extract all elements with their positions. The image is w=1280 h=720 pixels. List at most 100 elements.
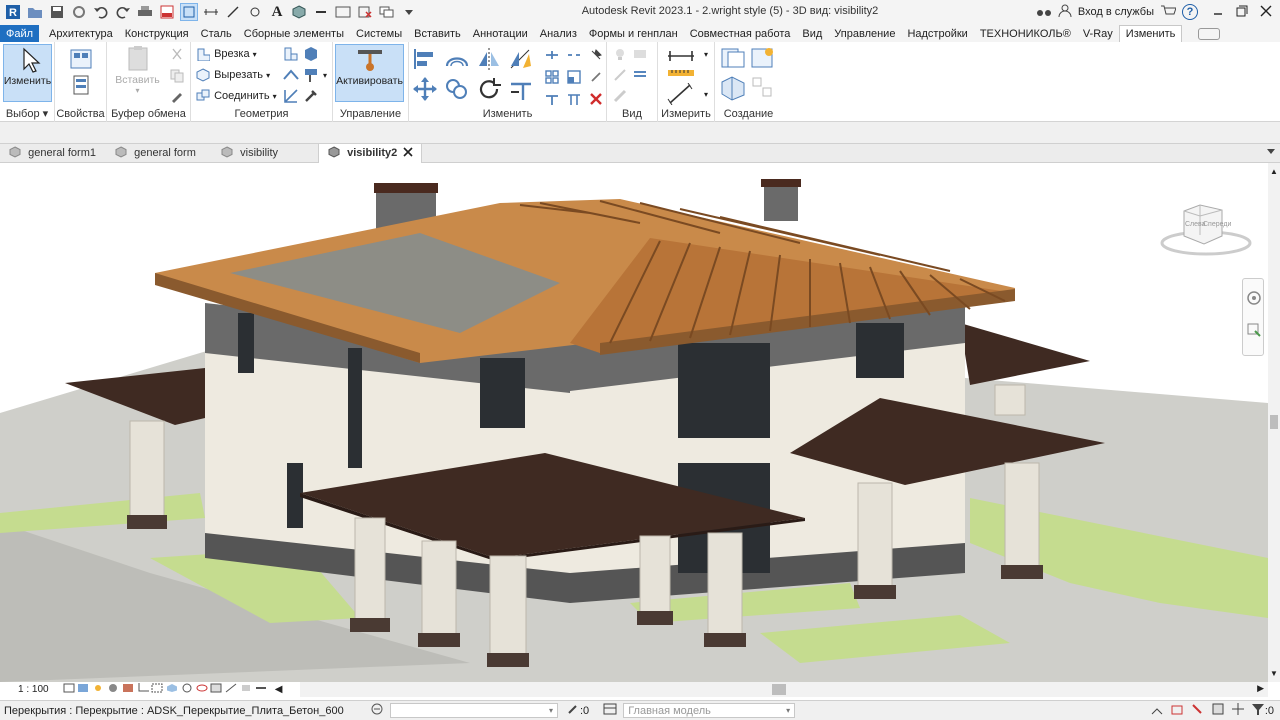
ribbon-tab-2[interactable]: Конструкция — [119, 25, 195, 42]
shadows-icon[interactable] — [107, 683, 119, 696]
ribbon-tab-3[interactable]: Сталь — [195, 25, 238, 42]
ribbon-minimize-toggle-icon[interactable] — [1198, 28, 1221, 40]
close-hidden-icon[interactable] — [356, 3, 374, 21]
close-window-icon[interactable] — [1260, 5, 1272, 20]
tabs-overflow-icon[interactable] — [1266, 147, 1276, 159]
ribbon-tab-16[interactable]: Изменить — [1118, 25, 1183, 42]
rendering-icon[interactable] — [122, 683, 134, 696]
cut-icon[interactable] — [169, 46, 185, 62]
match-properties-icon[interactable] — [169, 88, 185, 104]
binoculars-icon[interactable] — [1036, 4, 1052, 21]
ribbon-tab-11[interactable]: Вид — [796, 25, 828, 42]
analytical-model-icon[interactable] — [225, 683, 237, 696]
design-options-icon[interactable] — [603, 703, 617, 718]
select-panel-label[interactable]: Выбор ▾ — [0, 107, 54, 120]
ribbon-tab-7[interactable]: Аннотации — [467, 25, 534, 42]
create-assembly-icon[interactable] — [719, 46, 747, 70]
ribbon-tab-0[interactable]: Файл — [0, 25, 40, 42]
minimize-icon[interactable] — [1212, 5, 1224, 20]
trim-single-icon[interactable] — [541, 88, 563, 110]
modify-button[interactable]: Изменить — [3, 44, 52, 102]
cut-geometry-button[interactable]: Вырезать ▾ — [195, 67, 270, 83]
open-folder-icon[interactable] — [26, 3, 44, 21]
dimension-icon[interactable] — [224, 3, 242, 21]
mirror-axis-icon[interactable] — [475, 46, 503, 72]
join-button[interactable]: Соединить ▾ — [195, 88, 277, 104]
thin-lines-icon[interactable] — [334, 3, 352, 21]
detail-level-icon[interactable] — [63, 683, 75, 696]
split-gap-icon[interactable] — [563, 44, 585, 66]
properties-icon[interactable] — [68, 74, 94, 96]
ribbon-tab-13[interactable]: Надстройки — [901, 25, 973, 42]
user-icon[interactable] — [1058, 4, 1072, 21]
activate-button[interactable]: Активировать — [335, 44, 404, 102]
unlocked-3d-icon[interactable] — [166, 683, 178, 696]
delete-icon[interactable] — [585, 88, 607, 110]
ribbon-tab-5[interactable]: Системы — [350, 25, 408, 42]
3d-view-icon[interactable] — [290, 3, 308, 21]
revit-logo-icon[interactable]: R — [4, 3, 22, 21]
worksets-icon[interactable] — [370, 702, 384, 719]
mirror-draw-icon[interactable] — [507, 46, 535, 72]
close-tab-icon[interactable] — [403, 146, 413, 160]
steering-wheel-icon[interactable] — [1247, 291, 1261, 308]
offset-icon[interactable] — [443, 46, 471, 72]
select-by-face-icon[interactable] — [1211, 702, 1225, 719]
move-icon[interactable] — [411, 76, 439, 102]
restore-icon[interactable] — [1236, 5, 1248, 20]
design-option-dropdown[interactable]: Главная модель ▾ — [623, 703, 796, 718]
trim-extend-icon[interactable] — [507, 76, 535, 102]
switch-windows-icon[interactable] — [378, 3, 396, 21]
wall-joins-icon[interactable] — [283, 46, 299, 62]
viewcube-face-front[interactable]: Спереди — [1203, 221, 1231, 228]
ribbon-tab-1[interactable]: Архитектура — [43, 25, 119, 42]
view-scale[interactable]: 1 : 100 — [18, 684, 49, 695]
reveal-hidden-icon[interactable] — [196, 683, 208, 696]
copy-icon[interactable] — [169, 68, 185, 84]
filter-icon[interactable] — [1251, 702, 1265, 719]
scroll-down-icon[interactable]: ▼ — [1270, 669, 1278, 678]
unpin-icon[interactable] — [585, 66, 607, 88]
measure-distance-icon[interactable] — [666, 46, 696, 66]
help-button[interactable]: ? — [1182, 4, 1198, 20]
join-roof-icon[interactable] — [283, 67, 299, 83]
ribbon-tab-10[interactable]: Совместная работа — [684, 25, 797, 42]
view-tab-general-form1[interactable]: general form1 — [0, 144, 106, 163]
scroll-right-icon[interactable]: ▶ — [1257, 683, 1264, 694]
crop-view-icon[interactable] — [137, 683, 149, 696]
pdf-export-icon[interactable] — [158, 3, 176, 21]
section-icon[interactable] — [312, 3, 330, 21]
dimension-dropdown-icon[interactable]: ▾ — [698, 86, 714, 102]
constraints-icon[interactable] — [255, 683, 267, 696]
array-icon[interactable] — [541, 66, 563, 88]
horizontal-scrollbar[interactable]: ▶ — [300, 682, 1268, 697]
ribbon-tab-9[interactable]: Формы и генплан — [583, 25, 684, 42]
sun-path-icon[interactable] — [92, 683, 104, 696]
temp-hide-isolate-icon[interactable] — [181, 683, 193, 696]
tag-icon[interactable] — [246, 3, 264, 21]
view-tab-visibility2[interactable]: visibility2 — [318, 143, 422, 163]
sync-icon[interactable] — [70, 3, 88, 21]
drag-on-selection-icon[interactable] — [1231, 702, 1245, 719]
vertical-scrollbar[interactable]: ▲ ▼ — [1268, 163, 1280, 682]
ribbon-tab-15[interactable]: V-Ray — [1077, 25, 1119, 42]
undo-icon[interactable] — [92, 3, 110, 21]
select-pinned-icon[interactable] — [1190, 702, 1204, 719]
measure-dropdown-icon[interactable]: ▾ — [698, 46, 714, 62]
paint-dropdown-icon[interactable]: ▾ — [317, 67, 333, 83]
hide-category-icon[interactable] — [632, 67, 648, 83]
aligned-dimension-icon[interactable] — [666, 82, 696, 106]
ribbon-tab-12[interactable]: Управление — [828, 25, 901, 42]
align-icon[interactable] — [411, 46, 439, 72]
type-properties-icon[interactable] — [68, 48, 94, 70]
split-face-icon[interactable] — [303, 46, 319, 62]
editing-requests-icon[interactable] — [566, 702, 580, 719]
ribbon-tab-6[interactable]: Вставить — [408, 25, 467, 42]
paste-button[interactable]: Вставить ▾ — [113, 44, 162, 102]
visual-style-icon[interactable] — [77, 683, 89, 696]
create-similar-icon[interactable] — [749, 74, 777, 102]
rotate-icon[interactable] — [475, 76, 503, 102]
hint-bulb-icon[interactable] — [612, 46, 628, 62]
vertical-scroll-thumb[interactable] — [1270, 415, 1278, 429]
cart-icon[interactable] — [1160, 4, 1177, 21]
